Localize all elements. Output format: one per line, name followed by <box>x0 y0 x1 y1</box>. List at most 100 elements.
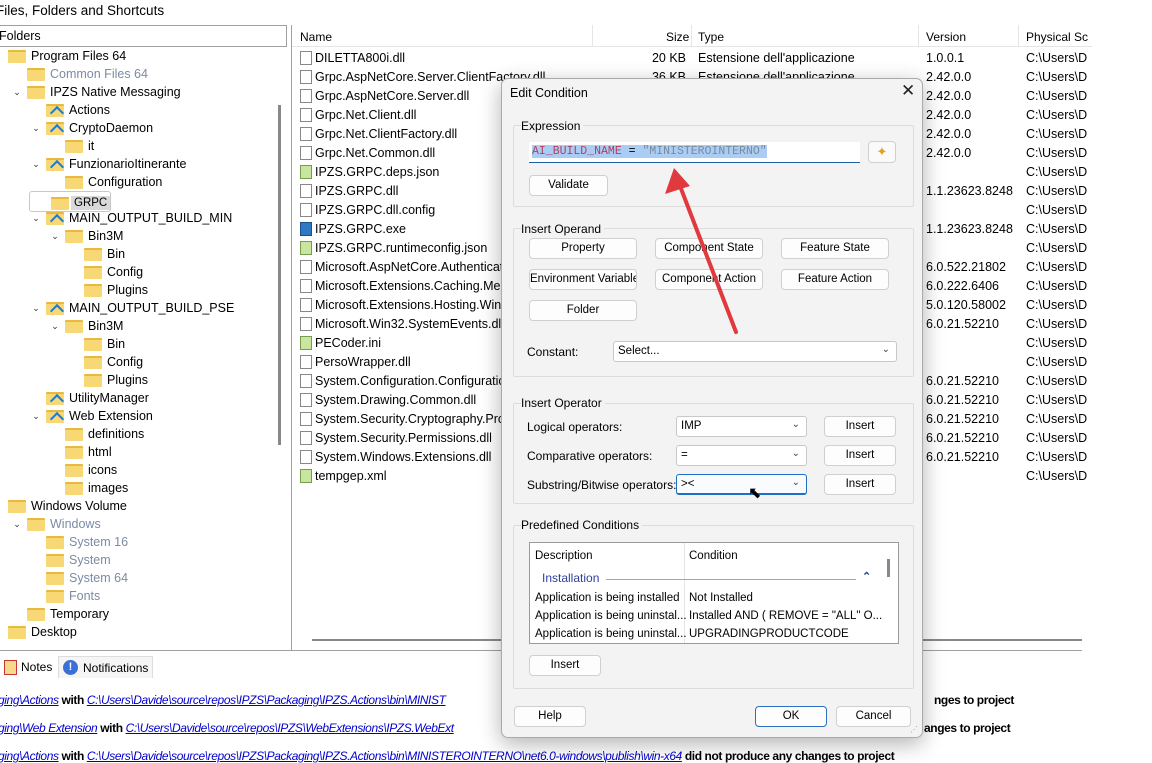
tree-item-label: Fonts <box>69 589 101 603</box>
tree-item[interactable]: Bin <box>67 335 125 353</box>
tree-item[interactable]: System <box>29 551 111 569</box>
list-scrollbar[interactable] <box>887 559 890 577</box>
column-divider[interactable] <box>691 25 692 47</box>
tree-item[interactable]: Bin <box>67 245 125 263</box>
cancel-button[interactable]: Cancel <box>836 706 911 727</box>
tree-item[interactable]: Fonts <box>29 587 100 605</box>
tree-item[interactable]: html <box>48 443 112 461</box>
column-divider[interactable] <box>592 25 593 47</box>
component-action-button[interactable]: Component Action <box>655 269 763 290</box>
tree-item[interactable]: ⌄ MAIN_OUTPUT_BUILD_PSE <box>29 299 234 317</box>
tree-item[interactable]: ⌄ Windows <box>10 515 101 533</box>
chevron-down-icon[interactable]: ⌄ <box>0 501 5 512</box>
ok-button[interactable]: OK <box>755 706 827 727</box>
chevron-down-icon[interactable]: ⌄ <box>10 519 24 530</box>
environment-variable-button[interactable]: Environment Variable <box>529 269 637 290</box>
chevron-down-icon[interactable]: ⌄ <box>48 321 62 332</box>
tree-item[interactable]: ⌄ FunzionarioItinerante <box>29 155 186 173</box>
predefined-row[interactable]: Application is being uninstal... Installe… <box>530 610 885 628</box>
tree-item[interactable]: Plugins <box>67 371 148 389</box>
predefined-row[interactable]: Application is being installed Not Instal… <box>530 592 885 610</box>
tree-item[interactable]: Desktop <box>0 623 77 641</box>
category-installation[interactable]: Installation <box>542 571 599 585</box>
resize-grip-icon[interactable]: ⋰ <box>910 725 918 734</box>
log-path-link[interactable]: C:\Users\Davide\source\repos\IPZS\Packag… <box>87 749 682 763</box>
tree-item[interactable]: UtilityManager <box>29 389 149 407</box>
column-description[interactable]: Description <box>535 550 593 562</box>
splitter[interactable] <box>291 25 292 650</box>
tree-item[interactable]: Common Files 64 <box>10 65 148 83</box>
column-physical-source[interactable]: Physical Sc <box>1026 30 1088 44</box>
file-row[interactable]: DILETTA800i.dll 20 KB Estensione dell'appl… <box>300 49 1100 68</box>
tree-item[interactable]: Config <box>67 353 143 371</box>
tab-notes[interactable]: Notes <box>0 656 56 678</box>
chevron-down-icon[interactable]: ⌄ <box>29 213 43 224</box>
tree-item[interactable]: ⌄ CryptoDaemon <box>29 119 153 137</box>
tree-item[interactable]: icons <box>48 461 117 479</box>
chevron-up-icon[interactable]: ⌃ <box>862 570 871 583</box>
tree-item[interactable]: System 16 <box>29 533 128 551</box>
tree-item[interactable]: Configuration <box>48 173 162 191</box>
validate-button[interactable]: Validate <box>529 175 608 196</box>
chevron-down-icon[interactable]: ⌄ <box>29 159 43 170</box>
tree-item[interactable]: ⌄ Windows Volume <box>0 497 127 515</box>
tree-item[interactable]: Config <box>67 263 143 281</box>
operator-select[interactable]: = ⌄ <box>676 445 807 466</box>
log-path-link[interactable]: C:\Users\Davide\source\repos\IPZS\WebExt… <box>126 721 454 735</box>
operator-select[interactable]: >< ⌄ <box>676 474 807 495</box>
chevron-down-icon[interactable]: ⌄ <box>48 231 62 242</box>
property-button[interactable]: Property <box>529 238 637 259</box>
tab-notifications[interactable]: ! Notifications <box>58 656 154 678</box>
log-link[interactable]: ging\Actions <box>0 749 59 763</box>
tree-item[interactable]: ⌄ Web Extension <box>29 407 153 425</box>
constant-select[interactable]: Select... ⌄ <box>613 341 897 362</box>
predefined-row[interactable]: Application is being uninstal... UPGRADIN… <box>530 628 885 643</box>
column-type[interactable]: Type <box>698 30 724 44</box>
chevron-down-icon[interactable]: ⌄ <box>29 411 43 422</box>
operator-insert-button[interactable]: Insert <box>824 416 896 437</box>
log-path-link[interactable]: C:\Users\Davide\source\repos\IPZS\Packag… <box>87 693 446 707</box>
folder-button[interactable]: Folder <box>529 300 637 321</box>
feature-state-button[interactable]: Feature State <box>781 238 889 259</box>
chevron-down-icon[interactable]: ⌄ <box>29 123 43 134</box>
predefined-insert-button[interactable]: Insert <box>529 655 601 676</box>
help-button[interactable]: Help <box>514 706 586 727</box>
tree-item[interactable]: it <box>48 137 94 155</box>
expression-input[interactable]: AI_BUILD_NAME = "MINISTEROINTERNO" <box>529 142 860 163</box>
component-state-button[interactable]: Component State <box>655 238 763 259</box>
column-name[interactable]: Name <box>300 30 332 44</box>
close-icon[interactable]: ✕ <box>901 81 915 101</box>
operator-insert-button[interactable]: Insert <box>824 445 896 466</box>
insert-operand-label: Insert Operand <box>521 222 605 236</box>
column-divider[interactable] <box>1018 25 1019 47</box>
tree-item[interactable]: ⌄ Bin3M <box>48 227 123 245</box>
chevron-down-icon[interactable]: ⌄ <box>0 51 5 62</box>
log-link[interactable]: ging\Web Extension <box>0 721 98 735</box>
column-divider[interactable] <box>918 25 919 47</box>
operator-insert-button[interactable]: Insert <box>824 474 896 495</box>
feature-action-button[interactable]: Feature Action <box>781 269 889 290</box>
chevron-down-icon[interactable]: ⌄ <box>10 87 24 98</box>
tree-item[interactable]: Actions <box>29 101 110 119</box>
tree-item[interactable]: ⌄ Bin3M <box>48 317 123 335</box>
folder-icon <box>46 409 64 423</box>
tree-scrollbar[interactable] <box>278 105 281 445</box>
tree-item[interactable]: definitions <box>48 425 144 443</box>
tree-item[interactable]: Temporary <box>10 605 109 623</box>
tree-item[interactable]: ⌄ IPZS Native Messaging <box>10 83 180 101</box>
tree-item[interactable]: ⌄ Program Files 64 <box>0 47 126 65</box>
expression-builder-button[interactable]: ✦ <box>868 141 896 163</box>
operator-select[interactable]: IMP ⌄ <box>676 416 807 437</box>
tree-item[interactable]: images <box>48 479 128 497</box>
log-link[interactable]: ging\Actions <box>0 693 59 707</box>
tree-item[interactable]: System 64 <box>29 569 128 587</box>
chevron-down-icon[interactable]: ⌄ <box>29 303 43 314</box>
column-version[interactable]: Version <box>926 30 966 44</box>
tree-column-header[interactable]: Folders <box>0 25 287 47</box>
folder-tree[interactable]: ⌄ Program Files 64 Common Files 64 ⌄ IPZS Na… <box>0 47 287 649</box>
tree-item[interactable]: Plugins <box>67 281 148 299</box>
column-size[interactable]: Size <box>666 30 689 44</box>
predefined-conditions-list[interactable]: Description Condition Installation ⌃ App… <box>529 542 899 644</box>
column-condition[interactable]: Condition <box>689 550 738 562</box>
tree-item[interactable]: ⌄ MAIN_OUTPUT_BUILD_MIN <box>29 209 232 227</box>
